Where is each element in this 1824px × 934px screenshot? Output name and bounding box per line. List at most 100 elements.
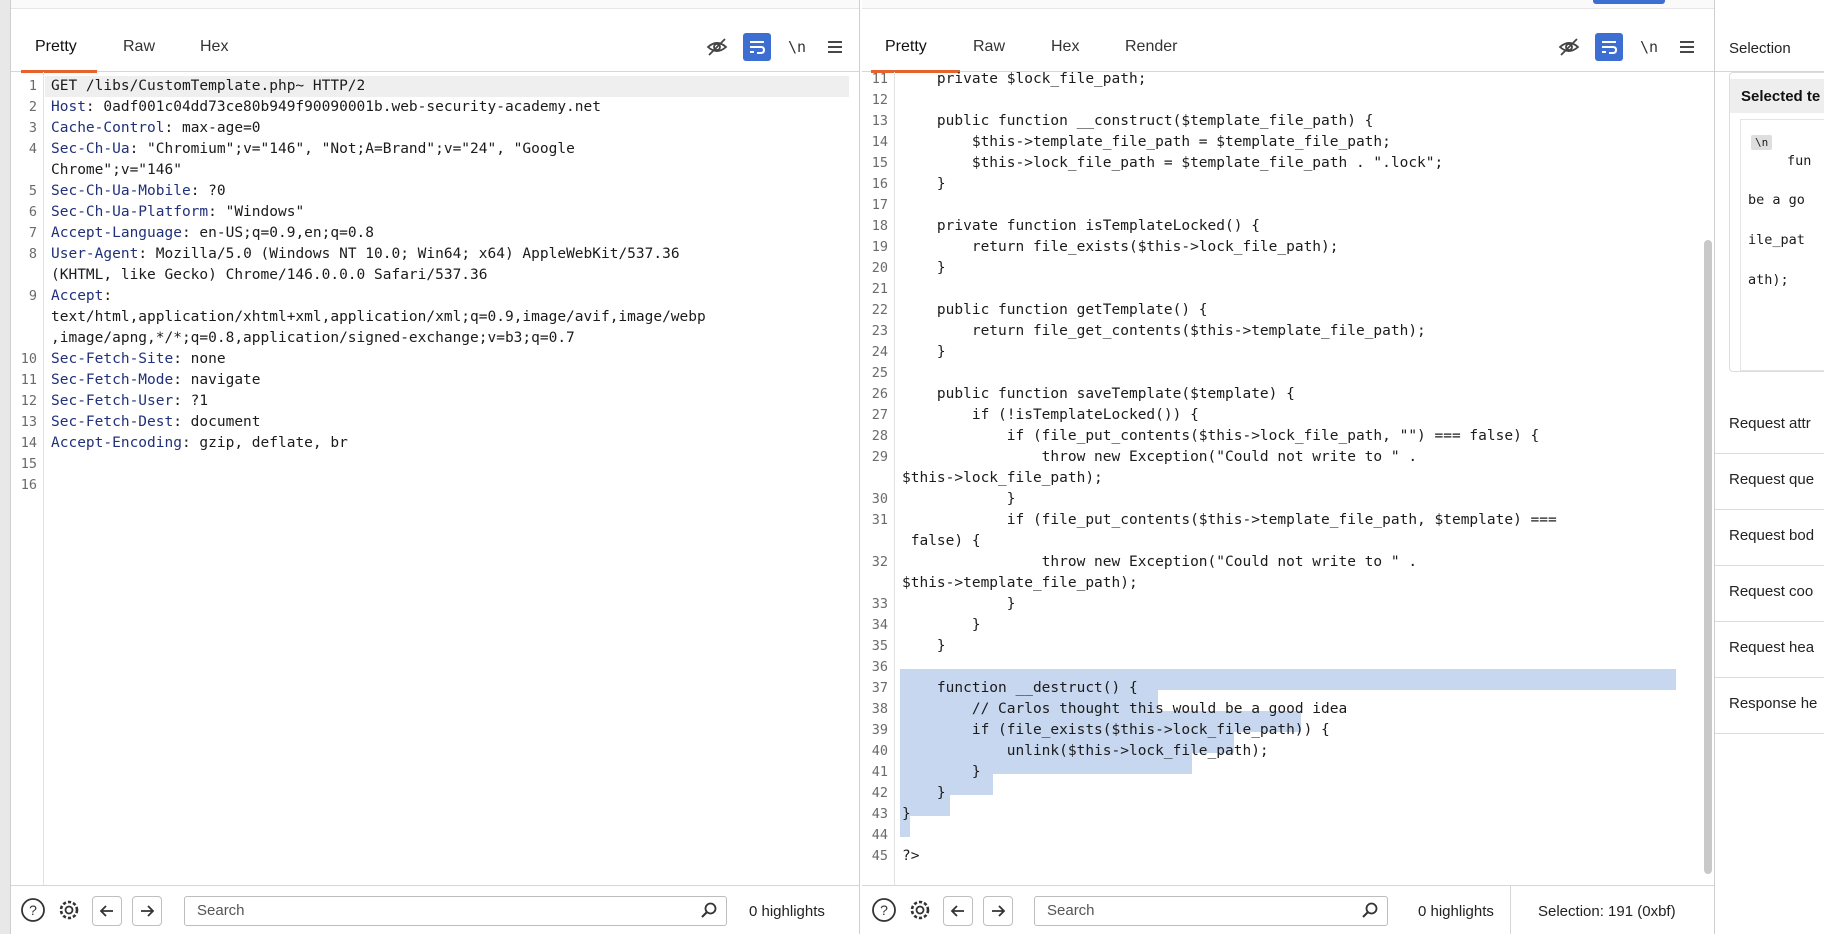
header-key: Cache-Control [51,120,165,136]
newline-toggle-icon[interactable]: \n [783,33,811,61]
request-line: 14 Accept-Encoding: gzip, deflate, br [11,433,859,454]
line-number: 35 [871,638,888,654]
word-wrap-toggle-icon[interactable] [1595,33,1623,61]
response-line: 19 return file_exists($this->lock_file_p… [862,237,1714,258]
request-search-input[interactable] [195,901,632,920]
line-number: 33 [871,596,888,612]
request-line: 13 Sec-Fetch-Dest: document [11,412,859,433]
request-line-text: Sec-Fetch-Mode: navigate [51,370,261,391]
inspector-section-request-query[interactable]: Request que [1715,454,1824,510]
response-line-text: // Carlos thought this would be a good i… [902,701,1348,717]
request-tab-hex[interactable]: Hex [200,38,228,56]
request-line: text/html,application/xhtml+xml,applicat… [11,307,859,328]
response-search-input[interactable] [1045,901,1331,920]
menu-icon[interactable] [821,33,849,61]
request-tab-pretty[interactable]: Pretty [35,38,77,56]
inspector-section-request-cookies[interactable]: Request coo [1715,566,1824,622]
header-key: Accept [51,288,104,304]
response-line: 11 private $lock_file_path; [862,72,1714,90]
line-number: 21 [871,281,888,297]
line-number: 15 [871,155,888,171]
next-arrow-icon[interactable] [983,896,1013,926]
request-editor[interactable]: 1 GET /libs/CustomTemplate.php~ HTTP/2 2 Ho… [11,72,859,886]
response-line: 35 } [862,636,1714,657]
response-line: 38 // Carlos thought this would be a goo… [862,699,1714,720]
menu-icon[interactable] [1673,33,1701,61]
hide-nonprintable-icon[interactable] [1555,33,1583,61]
settings-gear-icon[interactable] [55,896,83,924]
response-scrollbar[interactable] [1704,240,1712,874]
request-tab-raw[interactable]: Raw [123,38,155,56]
header-value: (KHTML, like Gecko) Chrome/146.0.0.0 Saf… [51,267,488,283]
response-tab-bar: Pretty Raw Hex Render \n [862,23,1714,73]
previous-arrow-icon[interactable] [92,896,122,926]
header-value: : navigate [173,372,261,388]
response-tab-hex[interactable]: Hex [1051,38,1079,56]
settings-gear-icon[interactable] [906,896,934,924]
inspector-section-request-headers[interactable]: Request hea [1715,622,1824,678]
request-line-text: ,image/apng,*/*;q=0.8,application/signed… [51,328,575,349]
header-value: : "Windows" [208,204,305,220]
request-line-text: User-Agent: Mozilla/5.0 (Windows NT 10.0… [51,244,680,265]
preview-line: fun [1787,153,1812,169]
word-wrap-toggle-icon[interactable] [743,33,771,61]
response-line: 31 if (file_put_contents($this->template… [862,510,1714,531]
hide-nonprintable-icon[interactable] [703,33,731,61]
response-line-text: $this->template_file_path = $template_fi… [902,134,1391,150]
response-editor[interactable]: 11 private $lock_file_path; 12 13 public f… [862,72,1714,886]
line-number: 23 [871,323,888,339]
response-line: 18 private function isTemplateLocked() { [862,216,1714,237]
request-top-strip [11,0,859,9]
help-icon[interactable]: ? [19,896,47,924]
inspector-section-request-body[interactable]: Request bod [1715,510,1824,566]
request-line: 2 Host: 0adf001c04dd73ce80b949f90090001b.… [11,97,859,118]
response-line-text: } [902,806,911,822]
search-icon[interactable] [700,901,718,924]
response-tab-raw[interactable]: Raw [973,38,1005,56]
line-number: 25 [871,365,888,381]
line-number: 26 [871,386,888,402]
response-line-text: } [902,638,946,654]
response-line: 41 } [862,762,1714,783]
line-number: 45 [871,848,888,864]
header-value: ,image/apng,*/*;q=0.8,application/signed… [51,330,575,346]
help-icon[interactable]: ? [870,896,898,924]
line-number: 32 [871,554,888,570]
selected-text-header[interactable]: Selected te [1730,79,1824,113]
request-line-text: (KHTML, like Gecko) Chrome/146.0.0.0 Saf… [51,265,488,286]
response-line-text: } [902,176,946,192]
request-search-box[interactable] [184,896,727,926]
response-line: 28 if (file_put_contents($this->lock_fil… [862,426,1714,447]
response-line-text: } [902,764,981,780]
line-number: 24 [871,344,888,360]
response-tab-pretty[interactable]: Pretty [885,38,927,56]
left-edge-strip [0,0,11,934]
header-value: text/html,application/xhtml+xml,applicat… [51,309,706,325]
header-key: Sec-Ch-Ua-Platform [51,204,209,220]
response-line-text: $this->lock_file_path); [902,470,1103,486]
response-tab-render[interactable]: Render [1125,38,1177,56]
response-line: 36 [862,657,1714,678]
line-number: 7 [28,225,37,241]
response-line: $this->template_file_path); [862,573,1714,594]
inspector-panel: Selection Selected te \n fun be a go ile… [1715,0,1824,934]
search-icon[interactable] [1361,901,1379,924]
request-line: 10 Sec-Fetch-Site: none [11,349,859,370]
inspector-section-request-attributes[interactable]: Request attr [1715,398,1824,454]
request-line-text: Host: 0adf001c04dd73ce80b949f90090001b.w… [51,97,601,118]
line-number: 37 [871,680,888,696]
newline-badge: \n [1751,135,1773,150]
next-arrow-icon[interactable] [132,896,162,926]
header-value: : none [173,351,226,367]
response-line: 17 [862,195,1714,216]
newline-toggle-icon[interactable]: \n [1635,33,1663,61]
response-line: $this->lock_file_path); [862,468,1714,489]
response-line-text: if (!isTemplateLocked()) { [902,407,1199,423]
line-number: 42 [871,785,888,801]
request-line-text: Accept-Encoding: gzip, deflate, br [51,433,348,454]
response-search-box[interactable] [1034,896,1388,926]
request-line-text: Sec-Ch-Ua: "Chromium";v="146", "Not;A=Br… [51,139,575,160]
previous-arrow-icon[interactable] [943,896,973,926]
request-line: 6 Sec-Ch-Ua-Platform: "Windows" [11,202,859,223]
inspector-section-response-headers[interactable]: Response he [1715,678,1824,734]
